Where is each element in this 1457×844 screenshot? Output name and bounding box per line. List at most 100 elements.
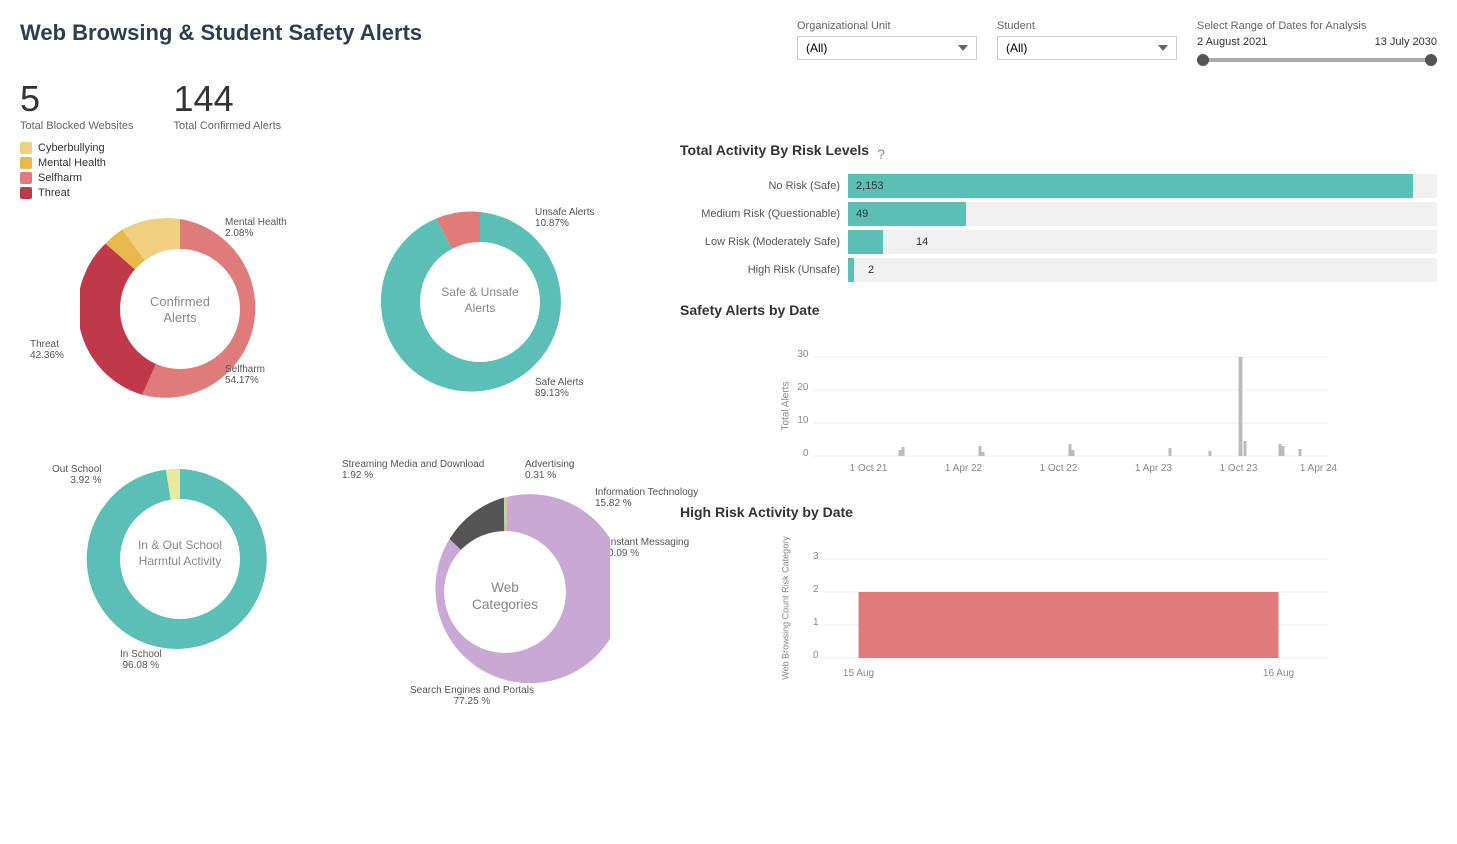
web-categories-donut-svg: Web Categories xyxy=(400,487,610,697)
high-risk-bar xyxy=(859,592,1279,658)
legend-label-mental-health: Mental Health xyxy=(38,157,106,169)
ann-instant-msg: Instant Messaging 0.09 % xyxy=(608,537,689,559)
ann-info-tech: Information Technology 15.82 % xyxy=(595,487,698,509)
org-unit-select[interactable]: (All) xyxy=(797,36,977,60)
risk-label-high: High Risk (Unsafe) xyxy=(680,264,840,276)
svg-text:30: 30 xyxy=(797,349,809,360)
date-start: 2 August 2021 xyxy=(1197,36,1267,48)
donut-center-label-alerts: Alerts xyxy=(163,310,197,325)
risk-label-medium: Medium Risk (Questionable) xyxy=(680,208,840,220)
student-control: Student (All) xyxy=(997,20,1177,60)
main-content: Cyberbullying Mental Health Selfharm Thr… xyxy=(20,142,1437,824)
school-activity-donut-container: In & Out School Harmful Activity Out Sch… xyxy=(30,459,330,689)
risk-label-no-risk: No Risk (Safe) xyxy=(680,180,840,192)
donut-hole-confirmed xyxy=(120,249,240,369)
date-range-dates: 2 August 2021 13 July 2030 xyxy=(1197,36,1437,48)
safe-unsafe-donut-svg: Safe & Unsafe Alerts xyxy=(380,202,580,402)
ann-search-engines: Search Engines and Portals 77.25 % xyxy=(410,685,534,707)
svg-text:Web Browsing Count Risk Catego: Web Browsing Count Risk Category xyxy=(781,536,791,680)
legend-dot-selfharm xyxy=(20,172,32,184)
dashboard: Web Browsing & Student Safety Alerts Org… xyxy=(0,0,1457,844)
confirmed-alerts-stat: 144 Total Confirmed Alerts xyxy=(174,78,282,132)
ann-streaming: Streaming Media and Download 1.92 % xyxy=(342,459,484,481)
safe-unsafe-donut-container: Safe & Unsafe Alerts Unsafe Alerts 10.87… xyxy=(350,202,650,442)
risk-label-low: Low Risk (Moderately Safe) xyxy=(680,236,840,248)
svg-text:15 Aug: 15 Aug xyxy=(843,668,874,679)
student-select[interactable]: (All) xyxy=(997,36,1177,60)
legend-dot-cyberbullying xyxy=(20,142,32,154)
risk-bar-low: 14 xyxy=(848,230,1437,254)
slider-thumb-right[interactable] xyxy=(1425,54,1437,66)
high-risk-title: High Risk Activity by Date xyxy=(680,504,1437,520)
risk-value-medium: 49 xyxy=(856,208,868,220)
svg-text:1: 1 xyxy=(813,617,819,628)
page-title: Web Browsing & Student Safety Alerts xyxy=(20,20,422,46)
date-end: 13 July 2030 xyxy=(1375,36,1437,48)
donut-center-categories: Categories xyxy=(472,597,538,612)
stats-row: 5 Total Blocked Websites 144 Total Confi… xyxy=(20,78,1437,132)
legend-item-threat: Threat xyxy=(20,187,340,199)
slider-thumb-left[interactable] xyxy=(1197,54,1209,66)
legend-item-mental-health: Mental Health xyxy=(20,157,340,169)
org-unit-control: Organizational Unit (All) xyxy=(797,20,977,60)
risk-bar-medium: 49 xyxy=(848,202,1437,226)
blocked-label: Total Blocked Websites xyxy=(20,120,134,132)
right-column: Total Activity By Risk Levels ? No Risk … xyxy=(680,142,1437,824)
org-unit-label: Organizational Unit xyxy=(797,20,977,32)
svg-text:1 Apr 24: 1 Apr 24 xyxy=(1300,463,1338,474)
donut-center-web: Web xyxy=(491,580,519,595)
donut-center-alerts: Alerts xyxy=(465,301,496,315)
legend-label-cyberbullying: Cyberbullying xyxy=(38,142,105,154)
confirmed-alerts-donut-container: Confirmed Alerts Mental Health 2.08% Sel… xyxy=(30,209,330,439)
donut-center-label2: Harmful Activity xyxy=(139,554,222,568)
risk-bar-high: 2 xyxy=(848,258,1437,282)
svg-text:3: 3 xyxy=(813,551,819,562)
svg-text:1 Oct 21: 1 Oct 21 xyxy=(850,463,888,474)
svg-text:10: 10 xyxy=(797,415,809,426)
date-slider[interactable] xyxy=(1197,52,1437,68)
risk-value-low: 14 xyxy=(916,236,928,248)
legend-item-cyberbullying: Cyberbullying xyxy=(20,142,340,154)
svg-text:1 Apr 22: 1 Apr 22 xyxy=(945,463,983,474)
legend-dot-threat xyxy=(20,187,32,199)
confirmed-count: 144 xyxy=(174,78,282,120)
help-icon[interactable]: ? xyxy=(877,146,885,162)
middle-column: Safe & Unsafe Alerts Unsafe Alerts 10.87… xyxy=(350,142,670,824)
risk-row-no-risk: No Risk (Safe) 2,153 xyxy=(680,174,1437,198)
svg-text:16 Aug: 16 Aug xyxy=(1263,668,1294,679)
blocked-websites-stat: 5 Total Blocked Websites xyxy=(20,78,134,132)
safety-alerts-chart-svg: 0 10 20 30 Total Alerts xyxy=(680,326,1437,486)
donut-center-safe-unsafe: Safe & Unsafe xyxy=(441,285,519,299)
ann-unsafe-alerts: Unsafe Alerts 10.87% xyxy=(535,207,594,229)
header: Web Browsing & Student Safety Alerts Org… xyxy=(20,20,1437,68)
svg-text:Total Alerts: Total Alerts xyxy=(781,382,792,431)
controls-area: Organizational Unit (All) Student (All) … xyxy=(797,20,1437,68)
date-range-label: Select Range of Dates for Analysis xyxy=(1197,20,1437,32)
safety-alerts-title: Safety Alerts by Date xyxy=(680,302,1437,318)
ann-out-school: Out School 3.92 % xyxy=(52,464,101,486)
svg-text:0: 0 xyxy=(803,448,809,459)
web-categories-donut-container: Streaming Media and Download 1.92 % Adve… xyxy=(340,457,700,717)
legend-label-selfharm: Selfharm xyxy=(38,172,82,184)
risk-row-low: Low Risk (Moderately Safe) 14 xyxy=(680,230,1437,254)
ann-mental-health: Mental Health 2.08% xyxy=(225,217,287,239)
ann-safe-alerts: Safe Alerts 89.13% xyxy=(535,377,583,399)
confirmed-label: Total Confirmed Alerts xyxy=(174,120,282,132)
legend-item-selfharm: Selfharm xyxy=(20,172,340,184)
svg-text:0: 0 xyxy=(813,650,819,661)
risk-row-high: High Risk (Unsafe) 2 xyxy=(680,258,1437,282)
svg-text:1 Oct 22: 1 Oct 22 xyxy=(1040,463,1078,474)
svg-text:20: 20 xyxy=(797,382,809,393)
safety-alerts-chart-section: Safety Alerts by Date 0 10 20 30 Total A… xyxy=(680,302,1437,489)
high-risk-chart-svg: 0 1 2 3 Web Browsing Count Risk Category… xyxy=(680,528,1437,688)
confirmed-alerts-legend: Cyberbullying Mental Health Selfharm Thr… xyxy=(20,142,340,199)
left-column: Cyberbullying Mental Health Selfharm Thr… xyxy=(20,142,340,824)
svg-text:2: 2 xyxy=(813,584,819,595)
high-risk-chart-section: High Risk Activity by Date 0 1 2 3 Web B… xyxy=(680,504,1437,691)
legend-dot-mental-health xyxy=(20,157,32,169)
ann-selfharm: Selfharm 54.17% xyxy=(225,364,265,386)
risk-levels-section: Total Activity By Risk Levels ? No Risk … xyxy=(680,142,1437,282)
school-activity-donut-svg: In & Out School Harmful Activity xyxy=(80,459,280,659)
svg-text:1 Apr 23: 1 Apr 23 xyxy=(1135,463,1173,474)
student-label: Student xyxy=(997,20,1177,32)
